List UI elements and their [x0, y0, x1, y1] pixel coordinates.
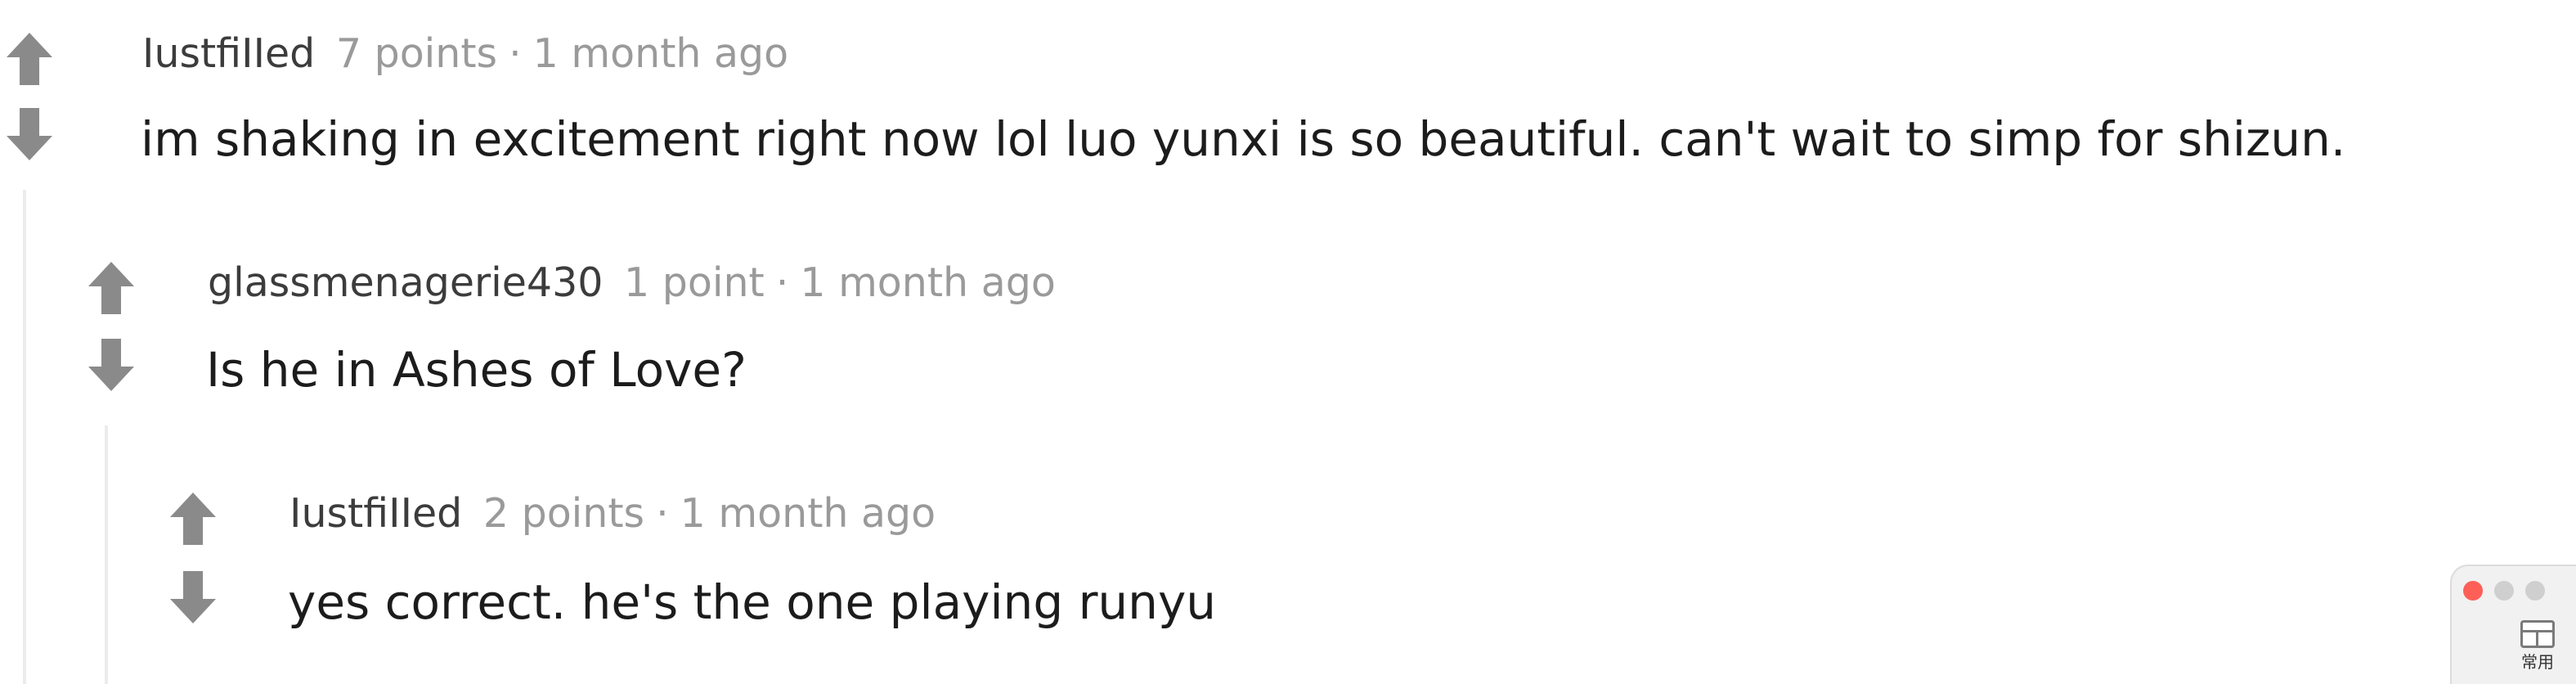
meta-separator: · — [509, 30, 522, 77]
comment-body: yes correct. he's the one playing runyu — [288, 574, 1217, 630]
meta-separator: · — [775, 259, 789, 306]
comment-meta: IustfiIIed 7 points · 1 month ago — [142, 29, 788, 79]
comment-timestamp[interactable]: 1 month ago — [800, 259, 1055, 306]
comment-author[interactable]: IustfiIIed — [289, 490, 462, 537]
downvote-button[interactable] — [168, 569, 218, 625]
maximize-dot-icon[interactable] — [2525, 581, 2545, 601]
comment-timestamp[interactable]: 1 month ago — [533, 30, 788, 77]
upvote-button[interactable] — [5, 31, 54, 87]
arrow-up-icon — [88, 262, 134, 314]
widget-label[interactable]: 常用 — [2511, 651, 2565, 673]
comment-points: 1 point — [624, 259, 765, 306]
comment-meta: glassmenagerie430 1 point · 1 month ago — [208, 259, 1056, 308]
arrow-down-icon — [7, 108, 52, 160]
thread-line-level-1[interactable] — [23, 190, 26, 684]
arrow-down-icon — [88, 339, 134, 391]
arrow-down-icon — [170, 571, 216, 623]
arrow-up-icon — [170, 493, 216, 545]
close-dot-icon[interactable] — [2463, 581, 2483, 601]
thread-line-level-2[interactable] — [105, 425, 108, 684]
comment-points: 7 points — [335, 30, 498, 77]
comment-author[interactable]: glassmenagerie430 — [208, 259, 603, 306]
upvote-button[interactable] — [168, 491, 218, 547]
upvote-button[interactable] — [87, 260, 136, 316]
comment-meta: IustfiIIed 2 points · 1 month ago — [289, 489, 936, 538]
downvote-button[interactable] — [87, 337, 136, 393]
comment-body: Is he in Ashes of Love? — [206, 342, 747, 398]
comment-author[interactable]: IustfiIIed — [142, 30, 315, 77]
comment-body: im shaking in excitement right now lol l… — [141, 111, 2346, 167]
minimize-dot-icon[interactable] — [2494, 581, 2514, 601]
comment-points: 2 points — [482, 490, 645, 537]
arrow-up-icon — [7, 33, 52, 85]
downvote-button[interactable] — [5, 106, 54, 162]
floating-widget[interactable]: 常用 — [2450, 565, 2576, 684]
comment-timestamp[interactable]: 1 month ago — [680, 490, 936, 537]
window-icon[interactable] — [2520, 620, 2555, 648]
meta-separator: · — [656, 490, 669, 537]
